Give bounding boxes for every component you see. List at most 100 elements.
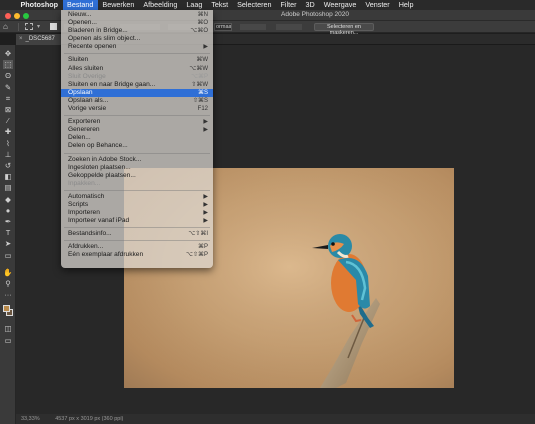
menu-item-genereren[interactable]: Genereren ▶ xyxy=(61,126,213,134)
menu-item-importeren[interactable]: Importeren ▶ xyxy=(61,209,213,217)
menu-item-shortcut: ⌥⌘P xyxy=(191,73,208,80)
menu-tekst[interactable]: Tekst xyxy=(207,0,233,10)
eyedropper-tool-icon[interactable]: ⁄ xyxy=(3,116,13,125)
quick-mask-icon[interactable]: ◫ xyxy=(3,324,13,333)
menu-item-bladeren-in-bridge[interactable]: Bladeren in Bridge... ⌥⌘O xyxy=(61,27,213,35)
menu-item-label: Genereren xyxy=(68,126,100,134)
menu-item-scripts[interactable]: Scripts ▶ xyxy=(61,201,213,209)
menu-item-sluit-overige: Sluit Overige ⌥⌘P xyxy=(61,73,213,81)
screen-mode-icon[interactable]: ▭ xyxy=(3,336,13,345)
menu-venster[interactable]: Venster xyxy=(361,0,394,10)
clone-stamp-tool-icon[interactable]: ⊥ xyxy=(3,150,13,159)
bestand-menu: Nieuw... ⌘N Openen... ⌘O Bladeren in Bridge.… xyxy=(61,10,213,268)
new-selection-mode-icon[interactable] xyxy=(50,23,57,30)
divider xyxy=(18,23,19,31)
type-tool-icon[interactable]: T xyxy=(3,228,13,237)
rectangle-tool-icon[interactable]: ▭ xyxy=(3,251,13,260)
path-select-tool-icon[interactable]: ➤ xyxy=(3,239,13,248)
menu-afbeelding[interactable]: Afbeelding xyxy=(139,0,182,10)
menu-item-e-n-exemplaar-afdrukken[interactable]: Eén exemplaar afdrukken ⌥⇧⌘P xyxy=(61,251,213,259)
brush-tool-icon[interactable]: ⌇ xyxy=(3,139,13,148)
home-icon[interactable]: ⌂ xyxy=(3,23,11,31)
menu-item-gekoppelde-plaatsen[interactable]: Gekoppelde plaatsen... xyxy=(61,172,213,180)
chevron-down-icon[interactable]: ▾ xyxy=(37,23,40,30)
foreground-color-swatch[interactable] xyxy=(3,305,10,312)
menu-help[interactable]: Help xyxy=(394,0,418,10)
menu-item-shortcut: ⇧⌘S xyxy=(192,97,208,104)
menu-item-label: Recente openen xyxy=(68,43,117,51)
menu-item-label: Delen... xyxy=(68,134,91,142)
gradient-tool-icon[interactable]: ▤ xyxy=(3,183,13,192)
quick-select-tool-icon[interactable]: ✎ xyxy=(3,83,13,92)
menu-item-nieuw[interactable]: Nieuw... ⌘N xyxy=(61,11,213,19)
width-field[interactable] xyxy=(240,24,266,30)
menu-item-alles-sluiten[interactable]: Alles sluiten ⌥⌘W xyxy=(61,65,213,73)
menu-item-sluiten-en-naar-bridge-gaan[interactable]: Sluiten en naar Bridge gaan... ⇧⌘W xyxy=(61,81,213,89)
menu-bestand[interactable]: Bestand xyxy=(62,0,98,10)
menu-photoshop[interactable]: Photoshop xyxy=(16,0,63,10)
menu-item-delen[interactable]: Delen... xyxy=(61,134,213,142)
menu-item-openen[interactable]: Openen... ⌘O xyxy=(61,19,213,27)
menu-item-label: Ingesloten plaatsen... xyxy=(68,163,131,171)
submenu-arrow-icon: ▶ xyxy=(203,127,208,134)
zoom-level[interactable]: 33,33% xyxy=(21,416,40,422)
status-bar: 33,33% 4537 px x 3019 px (360 ppi) xyxy=(16,414,535,424)
pen-tool-icon[interactable]: ✒ xyxy=(3,217,13,226)
menu-item-label: Inpakken... xyxy=(68,179,101,187)
menu-item-label: Vorige versie xyxy=(68,105,107,113)
menu-item-importeer-vanaf-ipad[interactable]: Importeer vanaf iPad ▶ xyxy=(61,217,213,225)
menu-bewerken[interactable]: Bewerken xyxy=(98,0,139,10)
history-brush-tool-icon[interactable]: ↺ xyxy=(3,161,13,170)
submenu-arrow-icon: ▶ xyxy=(203,119,208,126)
marquee-options-icon[interactable] xyxy=(25,23,33,30)
menu-item-label: Afdrukken... xyxy=(68,243,104,251)
menu-item-label: Sluit Overige xyxy=(68,72,106,80)
menu-3d[interactable]: 3D xyxy=(301,0,319,10)
menu-item-opslaan-als[interactable]: Opslaan als... ⇧⌘S xyxy=(61,97,213,105)
dodge-tool-icon[interactable]: ● xyxy=(3,206,13,215)
marquee-tool-icon[interactable]: ⬚ xyxy=(3,60,13,70)
submenu-arrow-icon: ▶ xyxy=(203,193,208,200)
menu-selecteren[interactable]: Selecteren xyxy=(233,0,276,10)
hand-tool-icon[interactable]: ✋ xyxy=(3,268,13,277)
menu-item-sluiten[interactable]: Sluiten ⌘W xyxy=(61,56,213,64)
menu-item-shortcut: ⌥⌘W xyxy=(189,65,208,72)
menu-laag[interactable]: Laag xyxy=(182,0,207,10)
menu-item-delen-op-behance[interactable]: Delen op Behance... xyxy=(61,142,213,150)
menu-item-label: Automatisch xyxy=(68,192,105,200)
menu-item-label: Sluiten xyxy=(68,56,89,64)
healing-brush-tool-icon[interactable]: ✚ xyxy=(3,127,13,136)
height-field[interactable] xyxy=(276,24,302,30)
zoom-tool-icon[interactable]: ⚲ xyxy=(3,279,13,288)
close-tab-icon[interactable]: × xyxy=(19,36,23,42)
menu-item-opslaan[interactable]: Opslaan ⌘S xyxy=(61,88,213,97)
crop-tool-icon[interactable]: ⌗ xyxy=(3,94,13,103)
move-tool-icon[interactable]: ✥ xyxy=(3,49,13,58)
select-and-mask-button[interactable]: Selecteren en maskeren... xyxy=(314,23,374,36)
menu-separator xyxy=(64,227,210,229)
eraser-tool-icon[interactable]: ◧ xyxy=(3,172,13,181)
menu-item-shortcut: ⇧⌘W xyxy=(191,81,208,88)
menu-item-inpakken: Inpakken... xyxy=(61,180,213,188)
menu-item-openen-als-slim-object[interactable]: Openen als slim object... xyxy=(61,35,213,43)
document-tab[interactable]: × _DSC5687 xyxy=(16,34,61,45)
more-tools-icon[interactable]: ··· xyxy=(3,290,13,299)
menu-item-label: Importeren xyxy=(68,209,100,217)
menu-item-shortcut: ⌥⇧⌘I xyxy=(188,231,208,238)
menu-item-automatisch[interactable]: Automatisch ▶ xyxy=(61,193,213,201)
blur-tool-icon[interactable]: ◆ xyxy=(3,195,13,204)
menu-item-exporteren[interactable]: Exporteren ▶ xyxy=(61,118,213,126)
menu-separator xyxy=(64,152,210,154)
menu-weergave[interactable]: Weergave xyxy=(319,0,361,10)
menu-item-ingesloten-plaatsen[interactable]: Ingesloten plaatsen... xyxy=(61,164,213,172)
menu-item-recente-openen[interactable]: Recente openen ▶ xyxy=(61,43,213,51)
frame-tool-icon[interactable]: ⊠ xyxy=(3,105,13,114)
menu-item-vorige-versie[interactable]: Vorige versie F12 xyxy=(61,105,213,113)
style-select[interactable]: ormaal xyxy=(214,23,232,31)
menu-separator xyxy=(64,53,210,55)
lasso-tool-icon[interactable]: ʘ xyxy=(3,71,13,80)
menu-filter[interactable]: Filter xyxy=(276,0,301,10)
menu-item-afdrukken[interactable]: Afdrukken... ⌘P xyxy=(61,243,213,251)
menu-item-bestandsinfo[interactable]: Bestandsinfo... ⌥⇧⌘I xyxy=(61,230,213,238)
menu-item-zoeken-in-adobe-stock[interactable]: Zoeken in Adobe Stock... xyxy=(61,156,213,164)
